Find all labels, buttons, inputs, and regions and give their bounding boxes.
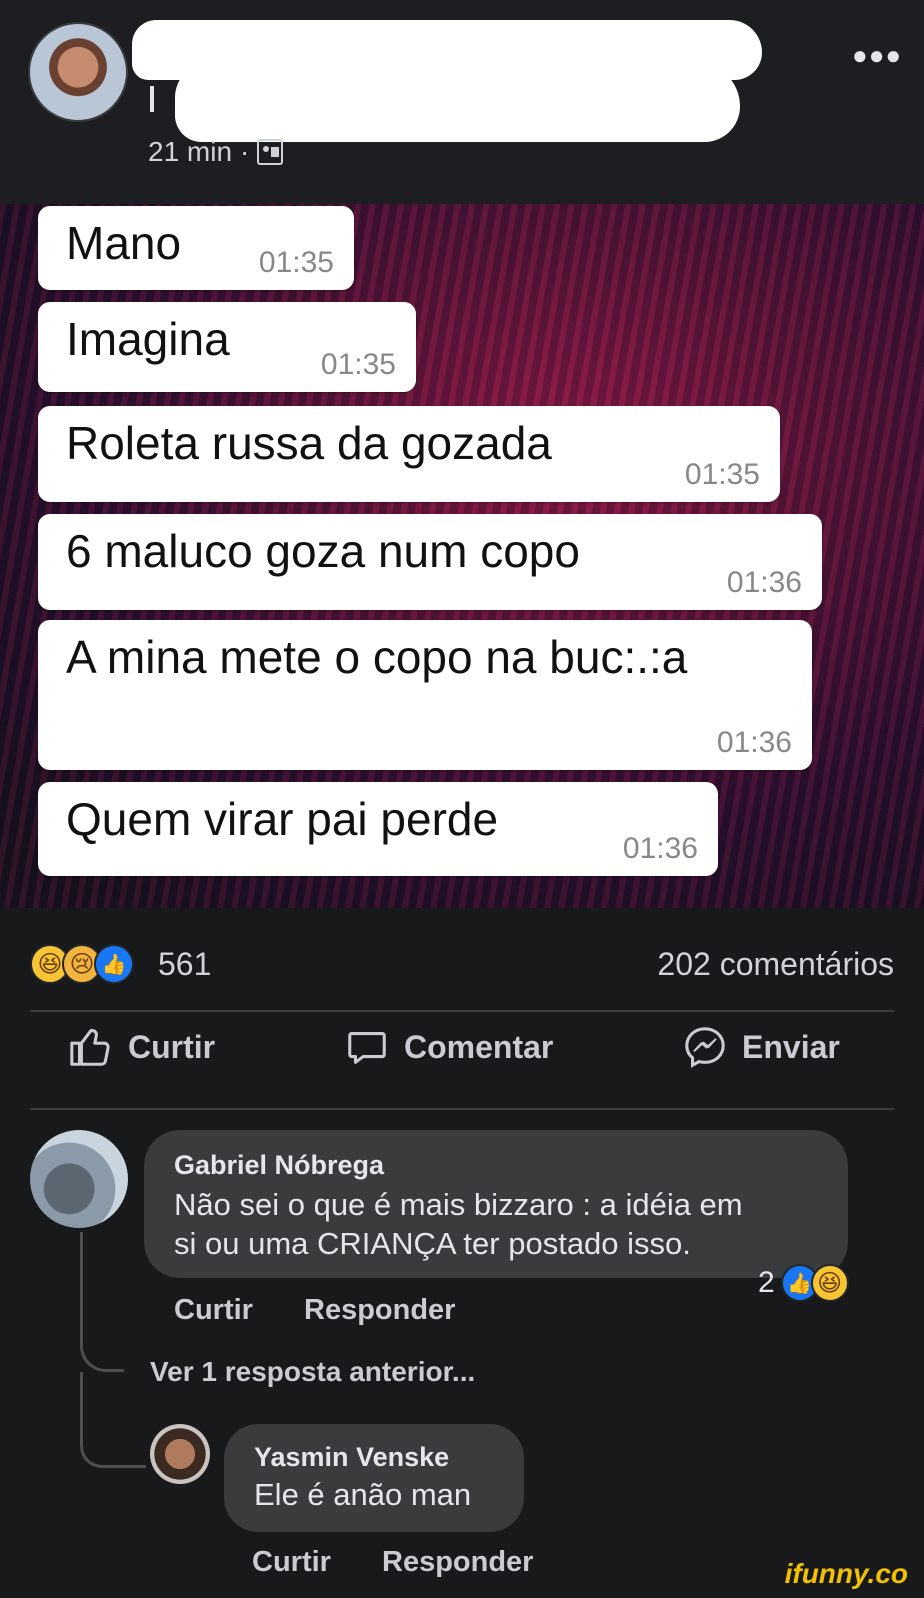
like-button[interactable]: Curtir: [68, 1024, 215, 1070]
chat-time: 01:36: [716, 726, 792, 759]
thread-connector: [80, 1372, 146, 1468]
comment-reactions[interactable]: 2 👍 😆: [758, 1264, 849, 1302]
chat-message: Imagina: [66, 313, 230, 365]
view-previous-replies[interactable]: Ver 1 resposta anterior...: [150, 1356, 475, 1388]
comment-text-line: Não sei o que é mais bizzaro : a idéia e…: [174, 1187, 743, 1222]
post-time[interactable]: 21 min: [148, 136, 232, 168]
reaction-count[interactable]: 561: [158, 946, 211, 983]
divider: [30, 1010, 894, 1012]
reply-avatar[interactable]: [150, 1424, 210, 1484]
chat-message: Roleta russa da gozada: [66, 417, 552, 469]
comment-reply-link[interactable]: Responder: [304, 1294, 455, 1327]
comment-button[interactable]: Comentar: [344, 1024, 553, 1070]
comment-icon: [348, 1032, 386, 1064]
thread-connector: [80, 1232, 124, 1372]
messenger-icon: [685, 1027, 725, 1068]
friends-icon: [257, 139, 284, 165]
post-header: ●●● 21 min ·: [0, 0, 924, 204]
chat-bubble: 6 maluco goza num copo 01:36: [38, 514, 822, 610]
post-meta: 21 min ·: [148, 136, 284, 168]
commenter-avatar[interactable]: [30, 1130, 128, 1228]
like-label: Curtir: [128, 1028, 216, 1065]
comment-bubble: Gabriel Nóbrega Não sei o que é mais biz…: [144, 1130, 848, 1278]
thumbs-up-icon: [70, 1028, 110, 1066]
post-image[interactable]: Mano 01:35 Imagina 01:35 Roleta russa da…: [0, 204, 924, 908]
chat-time: 01:36: [622, 832, 698, 865]
chat-bubble: Quem virar pai perde 01:36: [38, 782, 718, 876]
comment-like-link[interactable]: Curtir: [174, 1294, 253, 1327]
chat-message: 6 maluco goza num copo: [66, 525, 580, 577]
divider: [30, 1108, 894, 1110]
haha-icon: 😆: [810, 1264, 849, 1302]
meta-separator: ·: [240, 136, 250, 167]
send-label: Enviar: [742, 1028, 840, 1065]
comment-text-line: si ou uma CRIANÇA ter postado isso.: [174, 1226, 691, 1261]
comments-count[interactable]: 202 comentários: [657, 946, 894, 983]
comment-author[interactable]: Gabriel Nóbrega: [174, 1150, 818, 1181]
redacted-name-scribble: [175, 62, 740, 142]
comment-reaction-count: 2: [758, 1266, 775, 1299]
chat-time: 01:35: [320, 348, 396, 381]
reply-author[interactable]: Yasmin Venske: [254, 1442, 494, 1473]
chat-bubble: A mina mete o copo na buc:.:a 01:36: [38, 620, 812, 770]
comment-label: Comentar: [404, 1028, 554, 1065]
reply-reply-link[interactable]: Responder: [382, 1546, 533, 1579]
like-icon: 👍: [94, 944, 134, 984]
author-name-fragment: [150, 86, 154, 112]
reply-like-link[interactable]: Curtir: [252, 1546, 331, 1579]
chat-bubble: Mano 01:35: [38, 206, 354, 290]
more-options-icon[interactable]: ●●●: [852, 40, 902, 71]
reply-bubble: Yasmin Venske Ele é anão man: [224, 1424, 524, 1532]
watermark-logo: ifunny.co: [784, 1558, 908, 1589]
author-avatar[interactable]: [28, 22, 128, 122]
reply-text: Ele é anão man: [254, 1477, 472, 1512]
chat-bubble: Roleta russa da gozada 01:35: [38, 406, 780, 502]
chat-message: A mina mete o copo na buc:.:a: [66, 631, 688, 683]
reactions-summary[interactable]: 😆 😢 👍 561 202 comentários: [30, 940, 894, 990]
chat-message: Mano: [66, 217, 182, 269]
reaction-icons: 😆 😢 👍: [30, 944, 134, 984]
send-button[interactable]: Enviar: [682, 1024, 840, 1070]
chat-time: 01:35: [258, 246, 334, 279]
chat-bubble: Imagina 01:35: [38, 302, 416, 392]
chat-message: Quem virar pai perde: [66, 793, 499, 845]
chat-time: 01:35: [684, 458, 760, 491]
chat-time: 01:36: [726, 566, 802, 599]
